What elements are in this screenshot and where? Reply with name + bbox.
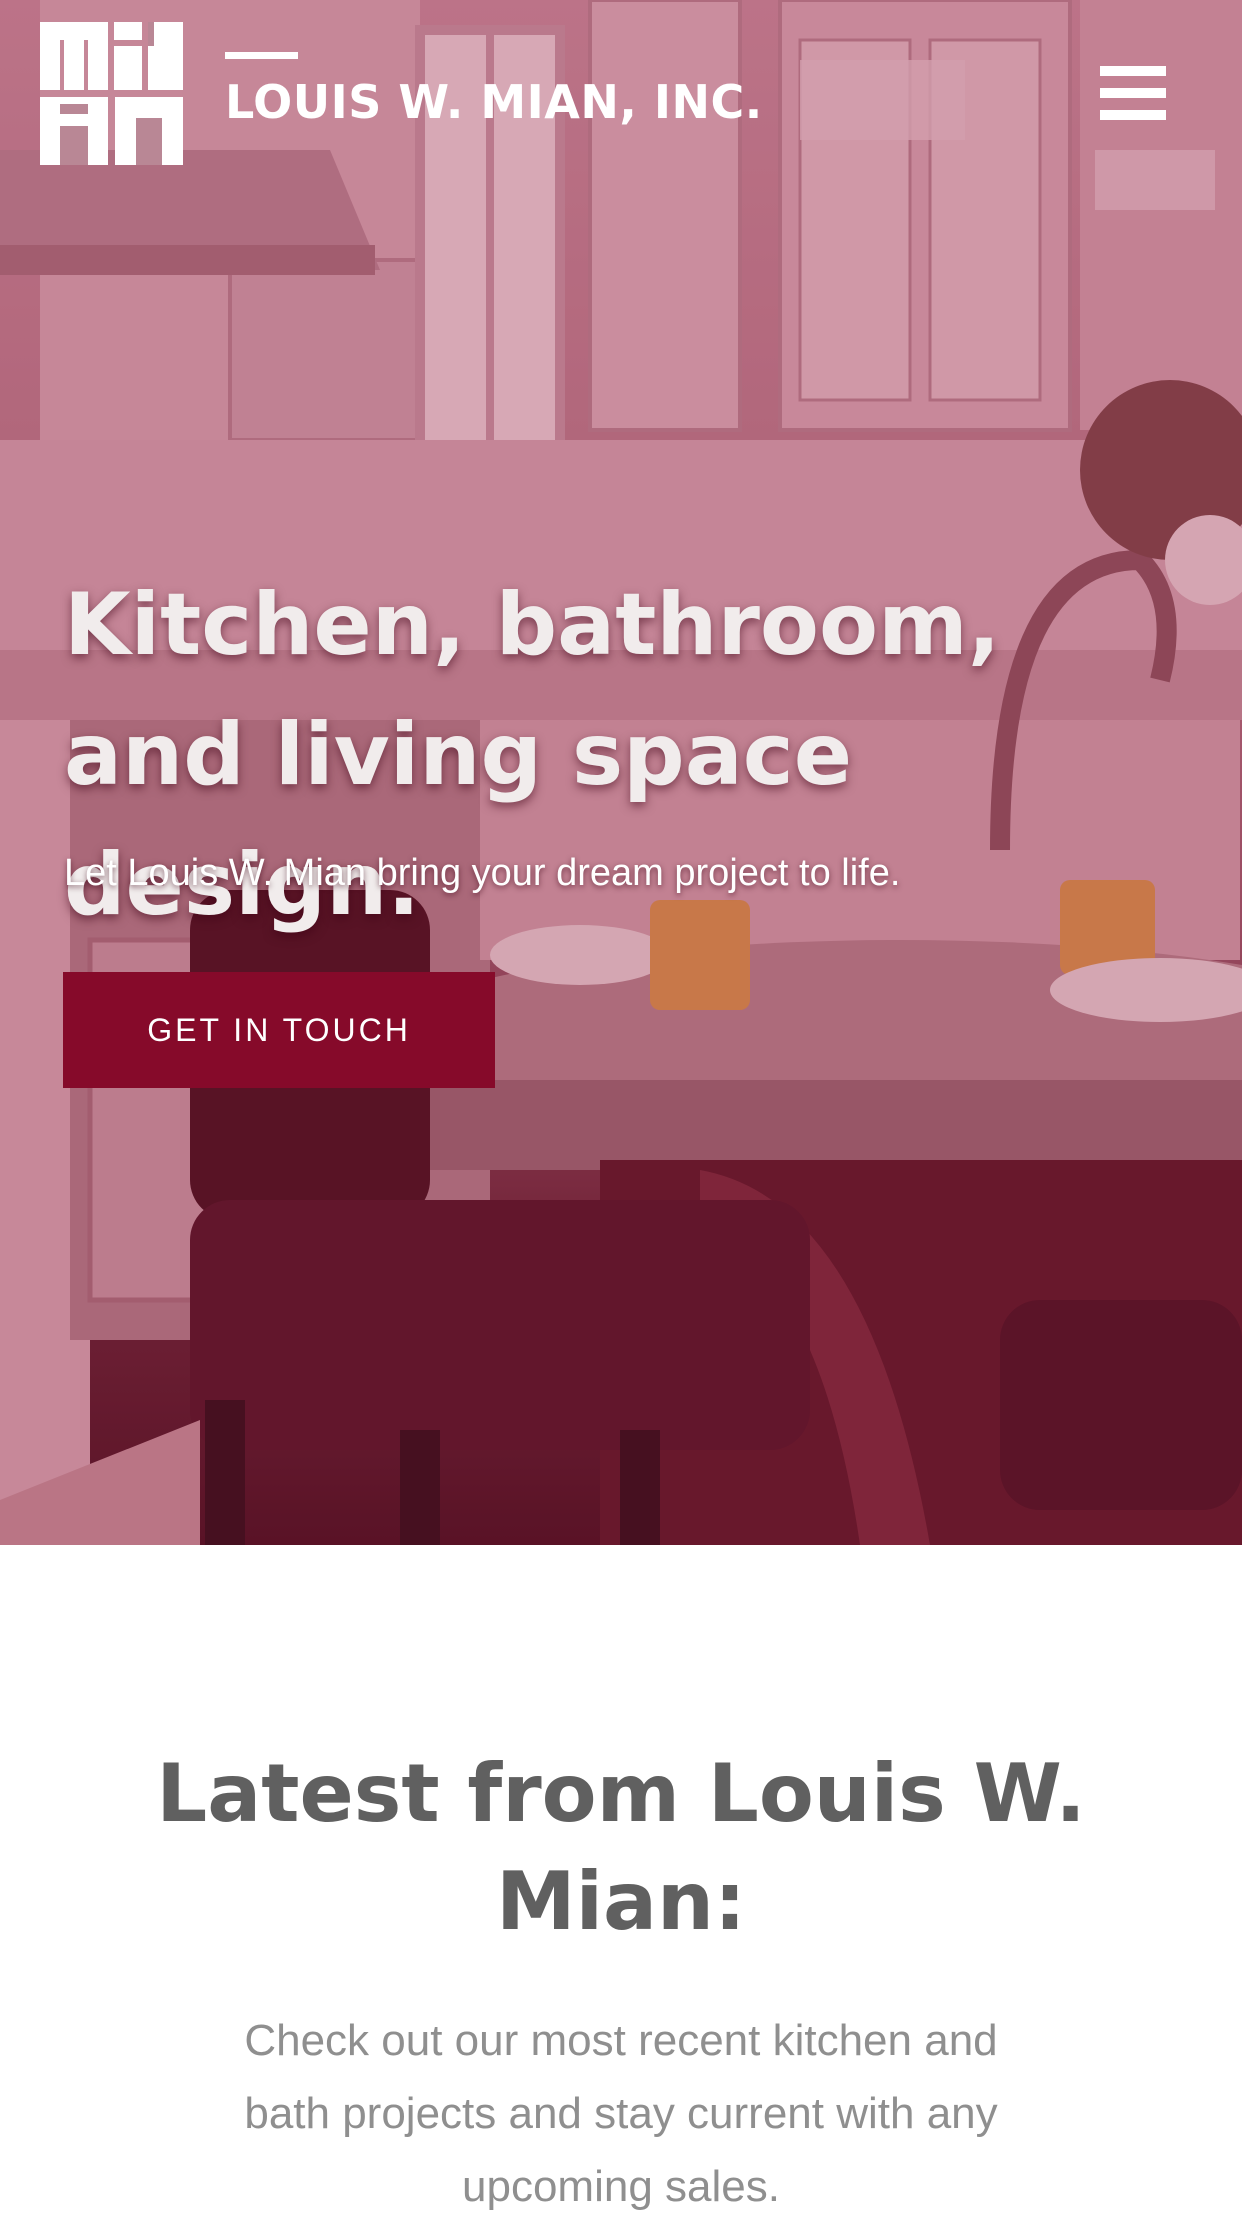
latest-title: Latest from Louis W. Mian: (156, 1747, 1086, 1948)
hamburger-menu-icon[interactable] (1100, 66, 1166, 120)
latest-subtitle: Check out our most recent kitchen and ba… (244, 2016, 998, 2211)
get-in-touch-button[interactable]: GET IN TOUCH (63, 972, 495, 1088)
brand-accent-rule (225, 52, 298, 59)
mian-logo[interactable] (40, 22, 183, 165)
brand-name[interactable]: LOUIS W. MIAN, INC. (225, 75, 763, 129)
hero-subtitle: Let Louis W. Mian bring your dream proje… (64, 852, 901, 894)
hero-section: LOUIS W. MIAN, INC. Kitchen, bathroom, a… (0, 0, 1242, 1545)
